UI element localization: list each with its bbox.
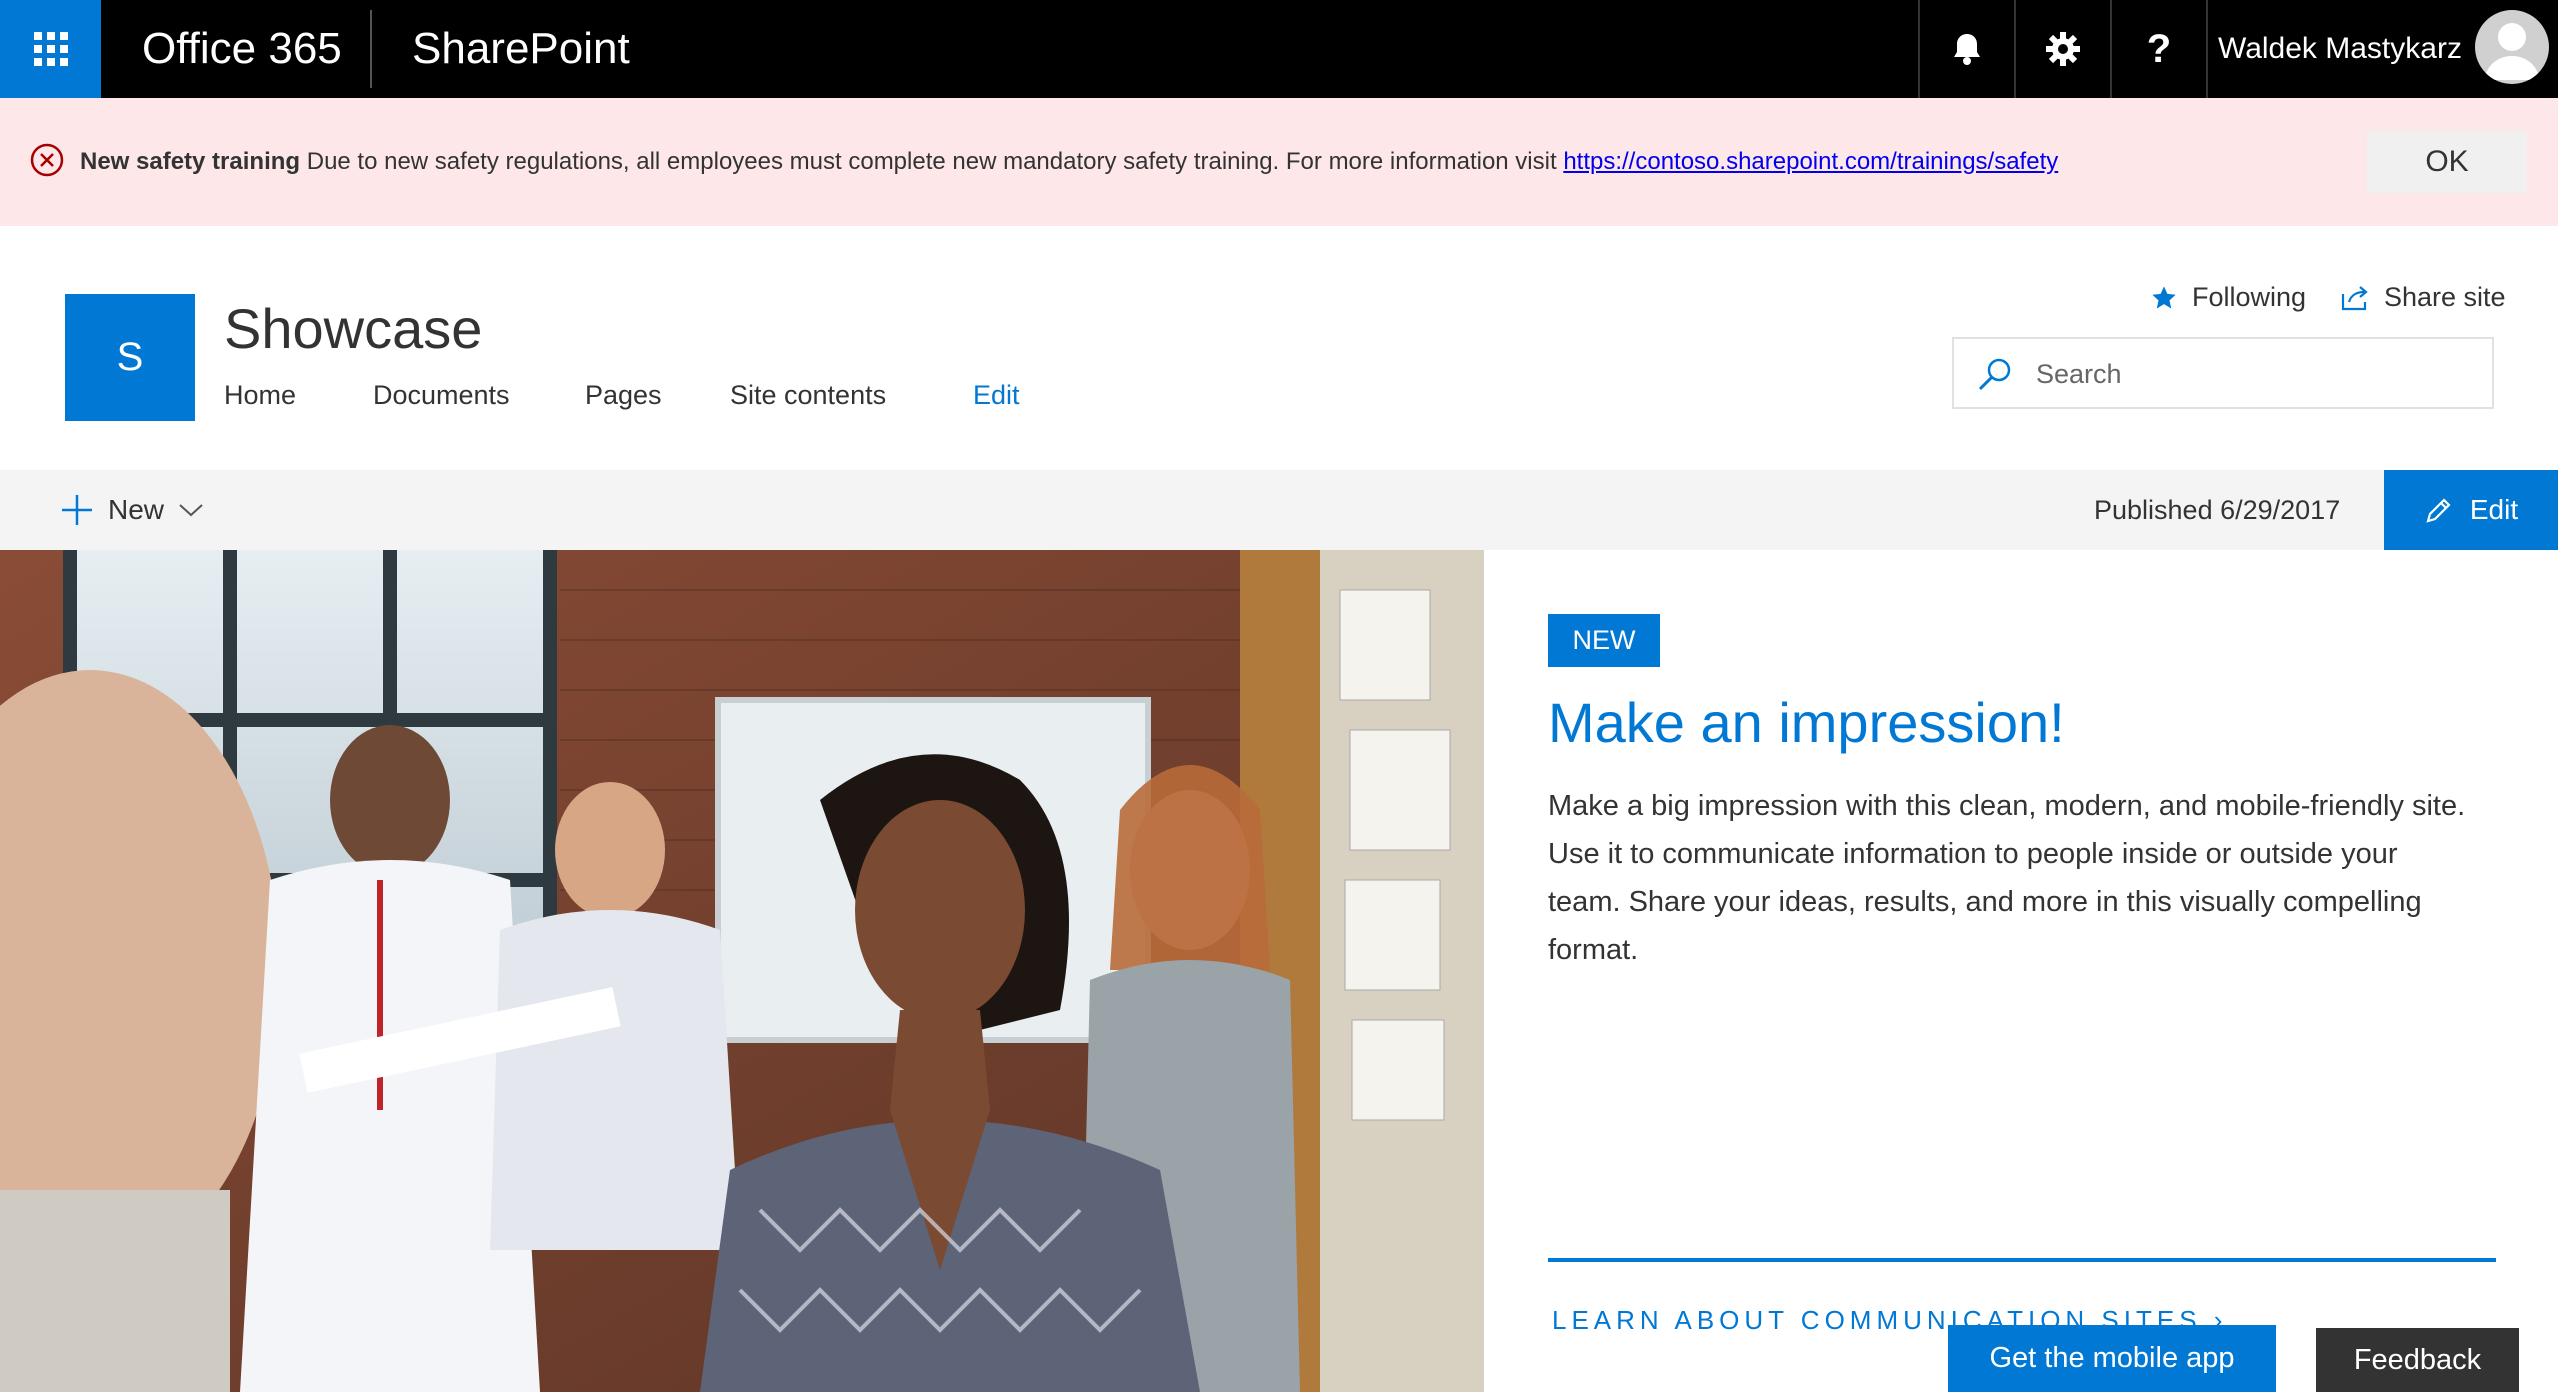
alert-body: Due to new safety regulations, all emplo…: [306, 148, 1557, 175]
following-label: Following: [2192, 282, 2307, 312]
error-circle-icon: [30, 143, 64, 177]
plus-icon: [62, 495, 92, 525]
alert-title: New safety training: [80, 148, 301, 175]
search-box[interactable]: Search: [1952, 337, 2494, 409]
site-logo[interactable]: S: [65, 294, 195, 421]
question-icon: ?: [2146, 26, 2172, 71]
office-meeting-photo: [0, 550, 1484, 1392]
bell-icon: [1954, 34, 1980, 65]
share-icon: [2341, 285, 2368, 310]
chevron-down-icon: [179, 504, 203, 517]
page-edit-button[interactable]: Edit: [2384, 470, 2558, 550]
office365-link[interactable]: Office 365: [142, 0, 342, 98]
nav-item-pages[interactable]: Pages: [585, 380, 662, 411]
avatar[interactable]: [2475, 10, 2549, 84]
nav-item-documents[interactable]: Documents: [373, 380, 510, 411]
search-icon: [1978, 358, 2011, 391]
suite-bar: Office 365 SharePoint ? Waldek Mastykarz: [0, 0, 2558, 98]
edit-label: Edit: [2469, 494, 2519, 525]
following-button[interactable]: Following: [2150, 282, 2306, 313]
new-label: New: [108, 494, 165, 525]
alert-ok-button[interactable]: OK: [2367, 131, 2527, 193]
site-title[interactable]: Showcase: [224, 296, 482, 361]
feedback-button[interactable]: Feedback: [2316, 1328, 2519, 1392]
notifications-button[interactable]: [1918, 0, 2014, 98]
get-mobile-app-button[interactable]: Get the mobile app: [1948, 1325, 2276, 1392]
hero-divider: [1548, 1258, 2496, 1262]
waffle-icon: [33, 32, 68, 66]
published-date: Published 6/29/2017: [2094, 495, 2341, 525]
pencil-icon: [2426, 498, 2451, 523]
nav-item-home[interactable]: Home: [224, 380, 296, 411]
app-launcher-button[interactable]: [0, 0, 101, 98]
new-button[interactable]: New: [60, 470, 204, 550]
hero-image[interactable]: [0, 550, 1484, 1392]
alert-message: New safety training Due to new safety re…: [80, 148, 2058, 176]
star-icon: [2152, 285, 2176, 308]
user-name[interactable]: Waldek Mastykarz: [2218, 0, 2462, 98]
gear-icon: [2046, 32, 2080, 66]
settings-button[interactable]: [2014, 0, 2110, 98]
hero-title[interactable]: Make an impression!: [1548, 690, 2065, 755]
share-label: Share site: [2384, 282, 2506, 312]
nav-edit-link[interactable]: Edit: [973, 380, 1020, 411]
alert-link[interactable]: https://contoso.sharepoint.com/trainings…: [1563, 148, 2058, 175]
site-logo-letter: S: [116, 335, 144, 379]
help-button[interactable]: ?: [2110, 0, 2206, 98]
share-site-button[interactable]: Share site: [2340, 282, 2506, 313]
new-tag: NEW: [1548, 614, 1660, 667]
suite-divider-user: [2206, 0, 2208, 98]
search-input[interactable]: Search: [2036, 359, 2122, 390]
suite-divider: [370, 10, 372, 88]
sharepoint-link[interactable]: SharePoint: [412, 0, 630, 98]
nav-item-site-contents[interactable]: Site contents: [730, 380, 886, 411]
hero-description: Make a big impression with this clean, m…: [1548, 790, 2466, 966]
person-icon: [2484, 23, 2540, 80]
